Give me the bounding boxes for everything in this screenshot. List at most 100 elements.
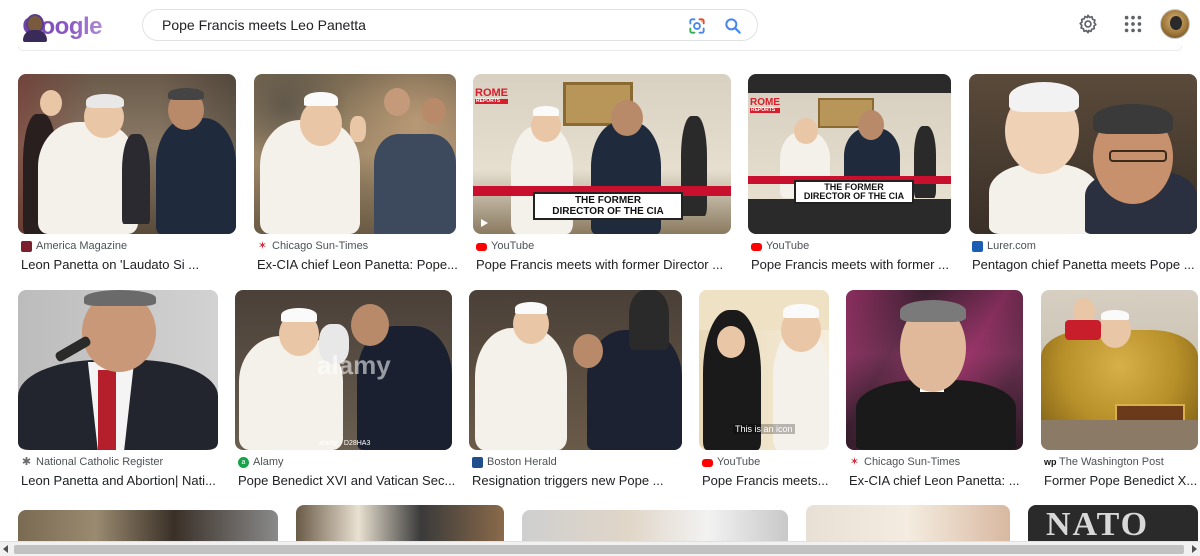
result-title[interactable]: Pope Francis meets with former ... [751, 257, 949, 272]
result-source[interactable]: ✶ Chicago Sun-Times [849, 456, 960, 468]
image-result[interactable]: ✶ Chicago Sun-Times Ex-CIA chief Leon Pa… [846, 290, 1023, 490]
result-thumbnail[interactable] [18, 74, 236, 234]
source-name: Chicago Sun-Times [272, 240, 369, 252]
sun-times-icon: ✶ [257, 239, 268, 252]
ncr-icon: ✱ [21, 455, 32, 468]
result-source[interactable]: YouTube [476, 240, 534, 252]
result-source[interactable]: a Alamy [238, 456, 284, 468]
source-name: YouTube [491, 240, 535, 252]
result-source[interactable]: ✱ National Catholic Register [21, 456, 163, 468]
source-name: America Magazine [36, 240, 128, 252]
play-icon[interactable] [479, 218, 489, 228]
logo-word: REPORTS [475, 99, 508, 104]
result-source[interactable]: wp The Washington Post [1044, 456, 1164, 468]
result-source[interactable]: ✶ Chicago Sun-Times [257, 240, 368, 252]
search-icon[interactable] [723, 16, 743, 36]
america-magazine-icon [21, 240, 32, 252]
apps-grid-icon[interactable] [1122, 13, 1144, 35]
result-thumbnail[interactable] [806, 505, 1010, 541]
image-result[interactable]: ✶ Chicago Sun-Times Ex-CIA chief Leon Pa… [254, 74, 458, 274]
lurer-icon [972, 240, 983, 252]
result-thumbnail[interactable] [18, 290, 218, 450]
image-result[interactable]: This is an icon YouTube Pope Francis mee… [699, 290, 829, 490]
source-name: YouTube [766, 240, 810, 252]
image-result[interactable]: America Magazine Leon Panetta on 'Laudat… [18, 74, 236, 274]
result-source[interactable]: America Magazine [21, 240, 127, 252]
result-thumbnail[interactable] [846, 290, 1023, 450]
source-name: Alamy [253, 456, 284, 468]
top-bar: Google Pope Francis meets Leo Panetta [0, 0, 1200, 51]
result-title[interactable]: Ex-CIA chief Leon Panetta: ... [849, 473, 1020, 488]
result-source[interactable]: Lurer.com [972, 240, 1036, 252]
google-lens-icon[interactable] [687, 16, 707, 36]
image-result[interactable]: alamy alamy - D28HA3 a Alamy Pope Benedi… [235, 290, 455, 490]
result-title[interactable]: Pentagon chief Panetta meets Pope ... [972, 257, 1195, 272]
rome-reports-logo: ROME REPORTS [475, 88, 508, 104]
result-thumbnail[interactable] [469, 290, 682, 450]
news-banner: THE FORMER DIRECTOR OF THE CIA [533, 192, 683, 220]
horizontal-scrollbar[interactable] [0, 541, 1200, 556]
news-banner: THE FORMER DIRECTOR OF THE CIA [794, 180, 914, 204]
washington-post-icon: wp [1044, 456, 1057, 467]
scroll-left-icon[interactable] [3, 545, 8, 553]
result-title[interactable]: Pope Francis meets with former Director … [476, 257, 723, 272]
google-doodle-logo[interactable]: Google [22, 10, 102, 44]
youtube-icon [702, 458, 713, 467]
scrollbar-thumb[interactable] [14, 545, 1184, 554]
image-result[interactable]: THE FORMER DIRECTOR OF THE CIA ROME REPO… [748, 74, 951, 274]
account-avatar[interactable] [1160, 9, 1190, 39]
scroll-right-icon[interactable] [1192, 545, 1197, 553]
source-name: Boston Herald [487, 456, 557, 468]
alamy-watermark: alamy [317, 350, 391, 380]
result-thumbnail[interactable]: THE FORMER DIRECTOR OF THE CIA ROME REPO… [748, 74, 951, 234]
source-name: Chicago Sun-Times [864, 456, 961, 468]
banner-line: THE FORMER [574, 195, 642, 206]
image-result[interactable]: Lurer.com Pentagon chief Panetta meets P… [969, 74, 1197, 274]
stock-id: alamy - D28HA3 [319, 440, 371, 447]
image-result[interactable]: ✱ National Catholic Register Leon Panett… [18, 290, 218, 490]
result-thumbnail[interactable] [522, 510, 788, 541]
result-title[interactable]: Leon Panetta and Abortion| Nati... [21, 473, 216, 488]
result-source[interactable]: YouTube [751, 240, 809, 252]
result-source[interactable]: Boston Herald [472, 456, 557, 468]
logo-word: REPORTS [750, 108, 780, 113]
search-box[interactable]: Pope Francis meets Leo Panetta [142, 9, 758, 41]
image-result[interactable]: Boston Herald Resignation triggers new P… [469, 290, 682, 490]
video-caption: This is an icon [733, 424, 795, 434]
boston-herald-icon [472, 456, 483, 468]
result-thumbnail[interactable] [254, 74, 456, 234]
image-result[interactable]: THE FORMER DIRECTOR OF THE CIA ROME REPO… [473, 74, 731, 274]
result-thumbnail[interactable] [1041, 290, 1198, 450]
source-name: The Washington Post [1059, 456, 1164, 468]
doodle-figure-icon [22, 12, 47, 42]
result-thumbnail[interactable]: alamy alamy - D28HA3 [235, 290, 452, 450]
result-title[interactable]: Pope Francis meets... [702, 473, 828, 488]
search-input[interactable]: Pope Francis meets Leo Panetta [162, 17, 366, 33]
youtube-icon [476, 242, 487, 251]
source-name: National Catholic Register [36, 456, 164, 468]
result-thumbnail[interactable]: This is an icon [699, 290, 829, 450]
result-title[interactable]: Ex-CIA chief Leon Panetta: Pope... [257, 257, 458, 272]
gear-icon[interactable] [1077, 13, 1099, 35]
youtube-icon [751, 242, 762, 251]
result-thumbnail[interactable]: NATO [1028, 505, 1198, 541]
result-title[interactable]: Leon Panetta on 'Laudato Si ... [21, 257, 199, 272]
result-source[interactable]: YouTube [702, 456, 760, 468]
result-thumbnail[interactable] [969, 74, 1197, 234]
result-title[interactable]: Former Pope Benedict X... [1044, 473, 1197, 488]
source-name: YouTube [717, 456, 761, 468]
rome-reports-logo: ROME REPORTS [750, 98, 780, 113]
thumbnail-text: NATO [1046, 506, 1150, 541]
result-title[interactable]: Pope Benedict XVI and Vatican Sec... [238, 473, 455, 488]
banner-line: DIRECTOR OF THE CIA [552, 205, 664, 217]
image-result[interactable]: wp The Washington Post Former Pope Bened… [1041, 290, 1198, 490]
filter-chip-strip [18, 46, 1182, 51]
result-thumbnail[interactable] [18, 510, 278, 541]
result-title[interactable]: Resignation triggers new Pope ... [472, 473, 664, 488]
result-thumbnail[interactable]: THE FORMER DIRECTOR OF THE CIA ROME REPO… [473, 74, 731, 234]
sun-times-icon: ✶ [849, 455, 860, 468]
banner-line: DIRECTOR OF THE CIA [803, 191, 905, 202]
result-thumbnail[interactable] [296, 505, 504, 541]
alamy-icon: a [238, 456, 249, 468]
source-name: Lurer.com [987, 240, 1036, 252]
